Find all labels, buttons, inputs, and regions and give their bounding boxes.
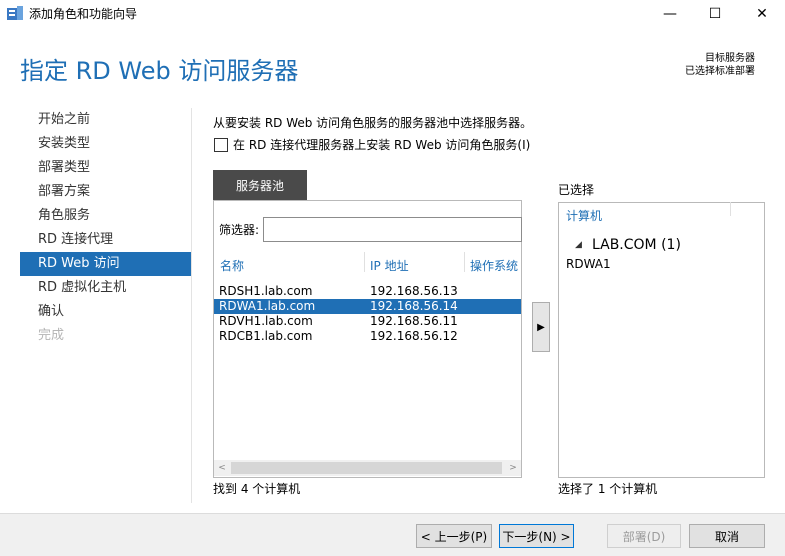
- install-on-broker-checkbox[interactable]: [214, 138, 228, 152]
- cancel-button[interactable]: 取消: [689, 524, 765, 548]
- page-title: 指定 RD Web 访问服务器: [20, 57, 299, 85]
- maximize-button[interactable]: ☐: [692, 0, 738, 27]
- nav-item-role-services[interactable]: 角色服务: [20, 204, 191, 228]
- instruction-text: 从要安装 RD Web 访问角色服务的服务器池中选择服务器。: [213, 116, 533, 130]
- destination-server-label: 目标服务器: [705, 53, 755, 64]
- selected-computer-item[interactable]: RDWA1: [566, 257, 611, 271]
- collapse-triangle-icon[interactable]: ◢: [575, 240, 582, 250]
- column-header-os[interactable]: 操作系统: [470, 257, 518, 274]
- server-name-cell: RDVH1.lab.com: [219, 314, 313, 328]
- server-name-cell: RDWA1.lab.com: [219, 299, 316, 313]
- server-ip-cell: 192.168.56.12: [370, 329, 458, 343]
- scroll-left-icon[interactable]: <: [214, 460, 230, 476]
- deploy-button: 部署(D): [607, 524, 681, 548]
- nav-item-rd-web-access[interactable]: RD Web 访问: [20, 252, 191, 276]
- column-header-ip[interactable]: IP 地址: [370, 257, 409, 274]
- nav-item-before-you-begin[interactable]: 开始之前: [20, 108, 191, 132]
- destination-server-value: 已选择标准部署: [685, 66, 755, 77]
- selected-count-text: 选择了 1 个计算机: [558, 482, 658, 496]
- server-ip-cell: 192.168.56.14: [370, 299, 458, 313]
- nav-item-installation-type[interactable]: 安装类型: [20, 132, 191, 156]
- nav-item-rd-virtualization-host[interactable]: RD 虚拟化主机: [20, 276, 191, 300]
- column-separator[interactable]: [464, 252, 465, 272]
- server-ip-cell: 192.168.56.13: [370, 284, 458, 298]
- filter-label: 筛选器:: [219, 223, 260, 237]
- domain-group-label[interactable]: LAB.COM (1): [592, 237, 681, 253]
- found-count-text: 找到 4 个计算机: [213, 482, 301, 496]
- tab-server-pool[interactable]: 服务器池: [213, 170, 307, 200]
- column-separator[interactable]: [730, 202, 731, 216]
- minimize-button[interactable]: —: [647, 0, 693, 27]
- server-name-cell: RDSH1.lab.com: [219, 284, 313, 298]
- nav-item-rd-connection-broker[interactable]: RD 连接代理: [20, 228, 191, 252]
- column-separator[interactable]: [364, 252, 365, 272]
- next-button[interactable]: 下一步(N) >: [499, 524, 574, 548]
- selected-title: 已选择: [558, 183, 595, 197]
- destination-server-info: 目标服务器 已选择标准部署: [685, 52, 755, 78]
- selected-column-header[interactable]: 计算机: [566, 207, 602, 224]
- server-name-cell: RDCB1.lab.com: [219, 329, 313, 343]
- column-header-name[interactable]: 名称: [220, 257, 244, 274]
- play-right-icon: ▶: [537, 321, 545, 333]
- nav-item-deployment-type[interactable]: 部署类型: [20, 156, 191, 180]
- nav-item-deployment-scenario[interactable]: 部署方案: [20, 180, 191, 204]
- wizard-nav: 开始之前 安装类型 部署类型 部署方案 角色服务 RD 连接代理 RD Web …: [20, 108, 191, 348]
- add-to-selected-button[interactable]: ▶: [532, 302, 550, 352]
- scroll-right-icon[interactable]: >: [505, 460, 521, 476]
- previous-button[interactable]: < 上一步(P): [416, 524, 492, 548]
- filter-input[interactable]: [263, 217, 522, 242]
- window-title: 添加角色和功能向导: [29, 7, 138, 21]
- nav-divider: [191, 108, 192, 503]
- scrollbar-thumb[interactable]: [231, 462, 502, 474]
- server-manager-icon: [7, 6, 23, 20]
- nav-item-confirmation[interactable]: 确认: [20, 300, 191, 324]
- server-ip-cell: 192.168.56.11: [370, 314, 458, 328]
- nav-item-results: 完成: [38, 328, 65, 343]
- close-button[interactable]: ✕: [739, 0, 785, 27]
- install-on-broker-label[interactable]: 在 RD 连接代理服务器上安装 RD Web 访问角色服务(I): [233, 136, 530, 153]
